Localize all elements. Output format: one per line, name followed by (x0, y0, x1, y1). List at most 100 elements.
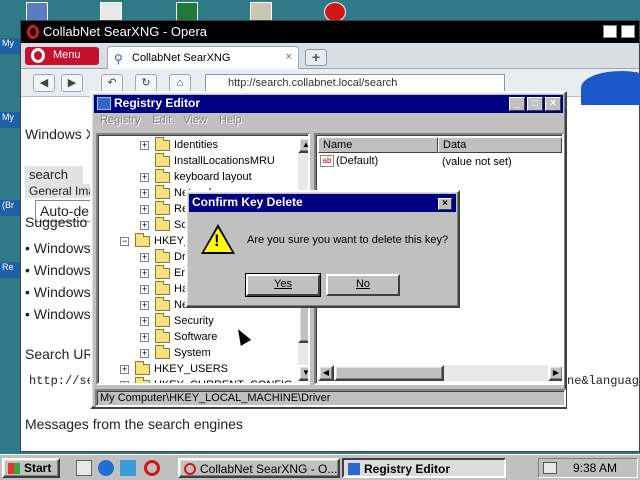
expand-icon[interactable]: + (120, 380, 129, 383)
tree-node[interactable]: + keyboard layout (140, 168, 252, 185)
forward-button[interactable]: ▶ (61, 74, 83, 92)
horizontal-scroll-thumb[interactable] (334, 365, 444, 381)
search-button[interactable]: search (25, 166, 83, 184)
column-header-name[interactable]: Name (318, 137, 438, 153)
folder-icon (155, 296, 170, 311)
dialog-close-button[interactable]: × (438, 198, 452, 210)
tree-node[interactable]: + Har (140, 280, 192, 297)
column-header-data[interactable]: Data (438, 137, 562, 153)
desktop-icon-label: (Br (0, 200, 20, 216)
opera-desktop-icon[interactable] (324, 2, 346, 22)
tree-node[interactable]: + Sof (140, 216, 191, 233)
rewind-button[interactable]: ↶ (101, 74, 123, 92)
opera-titlebar[interactable]: CollabNet SearXNG - Opera (21, 21, 639, 43)
opera-menu-button[interactable]: Menu (25, 47, 99, 65)
taskbar-item-registry-editor[interactable]: Registry Editor (342, 458, 506, 478)
expand-icon[interactable]: + (140, 268, 149, 278)
suggestion-link[interactable]: • Windows (25, 240, 91, 256)
desktop-icon[interactable] (100, 2, 122, 22)
expand-icon[interactable]: + (140, 172, 149, 182)
menu-edit[interactable]: Edit (152, 114, 171, 132)
registry-editor-titlebar[interactable]: Registry Editor _ □ × (94, 95, 563, 113)
tree-node[interactable]: + System (140, 344, 211, 361)
reload-button[interactable]: ↻ (135, 74, 157, 92)
suggestion-link[interactable]: • Windows (25, 284, 91, 300)
category-tabs[interactable]: General Ima (25, 184, 100, 198)
registry-status-bar: My Computer\HKEY_LOCAL_MACHINE\Driver (95, 389, 566, 407)
opera-logo-icon (27, 25, 39, 39)
clock[interactable]: 9:38 AM (573, 461, 617, 475)
expand-icon[interactable]: + (140, 252, 149, 262)
folder-icon (155, 168, 170, 183)
search-widget-decoration (581, 71, 640, 105)
yes-button[interactable]: Yes (245, 273, 321, 297)
tree-node[interactable]: + HKEY_CURRENT_CONFIG (120, 376, 293, 383)
registry-editor-title: Registry Editor (114, 96, 201, 110)
tree-node[interactable]: + Dri (140, 248, 188, 265)
suggestion-link[interactable]: • Windows (25, 306, 91, 322)
address-field[interactable]: http://search.collabnet.local/search (205, 74, 505, 92)
quicklaunch-outlook-icon[interactable] (120, 460, 136, 476)
clock-icon[interactable] (250, 2, 272, 22)
folder-icon (155, 248, 170, 263)
new-tab-button[interactable]: + (305, 49, 327, 66)
expand-icon[interactable]: + (140, 188, 149, 198)
tray-network-icon[interactable] (543, 462, 557, 474)
expand-icon[interactable]: + (140, 140, 149, 150)
excel-icon[interactable] (176, 2, 198, 22)
quicklaunch-ie-icon[interactable] (98, 460, 114, 476)
expand-icon[interactable]: + (140, 204, 149, 214)
start-button[interactable]: Start (2, 458, 60, 478)
tree-node[interactable]: + Software (140, 328, 217, 345)
maximize-button[interactable]: □ (527, 97, 543, 111)
registry-editor-icon (97, 97, 111, 110)
tree-node[interactable]: + Re (140, 200, 188, 217)
start-label: Start (24, 461, 52, 475)
dialog-titlebar[interactable]: Confirm Key Delete × (189, 194, 456, 212)
menu-registry[interactable]: Registry (100, 114, 140, 132)
folder-icon (155, 184, 170, 199)
tab-searxng[interactable]: ⚲ CollabNet SearXNG × (107, 46, 299, 69)
values-horizontal-scrollbar[interactable]: ◀ ▶ (318, 365, 562, 381)
tab-close-icon[interactable]: × (286, 51, 292, 63)
menu-view[interactable]: View (183, 114, 207, 132)
expand-icon[interactable]: + (140, 332, 149, 342)
scroll-left-arrow-icon[interactable]: ◀ (318, 365, 334, 381)
back-button[interactable]: ◀ (33, 74, 55, 92)
expand-icon[interactable]: + (140, 300, 149, 310)
opera-icon (184, 463, 196, 475)
tree-node-label: Security (174, 315, 214, 327)
opera-window-title: CollabNet SearXNG - Opera (43, 24, 208, 39)
expand-icon[interactable]: + (140, 284, 149, 294)
tree-node[interactable]: + Net (140, 296, 191, 313)
close-button[interactable]: × (545, 97, 561, 111)
taskbar-item-opera[interactable]: CollabNet SearXNG - O... (178, 458, 340, 478)
desktop-icon[interactable] (26, 2, 48, 22)
scroll-right-arrow-icon[interactable]: ▶ (548, 365, 562, 381)
maximize-button[interactable] (621, 25, 635, 38)
menu-help[interactable]: Help (219, 114, 242, 132)
expand-icon[interactable]: + (120, 364, 129, 374)
suggestion-link[interactable]: • Windows (25, 262, 91, 278)
no-button[interactable]: No (326, 274, 400, 296)
collapse-icon[interactable]: − (120, 236, 129, 246)
home-button[interactable]: ⌂ (169, 74, 191, 92)
tree-node-label: Identities (174, 139, 219, 151)
expand-icon[interactable]: + (140, 316, 149, 326)
expand-icon[interactable]: + (140, 348, 149, 358)
tree-node[interactable]: + HKEY_USERS (120, 360, 228, 377)
value-row[interactable]: ab (Default) (320, 155, 378, 167)
scroll-up-arrow-icon[interactable]: ▲ (298, 137, 308, 153)
taskbar-item-label: CollabNet SearXNG - O... (200, 462, 338, 476)
expand-icon[interactable]: + (140, 220, 149, 230)
minimize-button[interactable] (603, 25, 617, 38)
tree-node[interactable]: + Identities (140, 136, 219, 153)
tree-node[interactable]: + Security (140, 312, 214, 329)
minimize-button[interactable]: _ (509, 97, 525, 111)
no-button-label: No (355, 278, 371, 290)
search-url-text-tail: ne&languag (567, 374, 640, 388)
scroll-down-arrow-icon[interactable]: ▼ (298, 365, 308, 381)
tree-node[interactable]: InstallLocationsMRU (140, 152, 275, 169)
quicklaunch-opera-icon[interactable] (144, 460, 160, 476)
quicklaunch-desktop-icon[interactable] (76, 460, 92, 476)
